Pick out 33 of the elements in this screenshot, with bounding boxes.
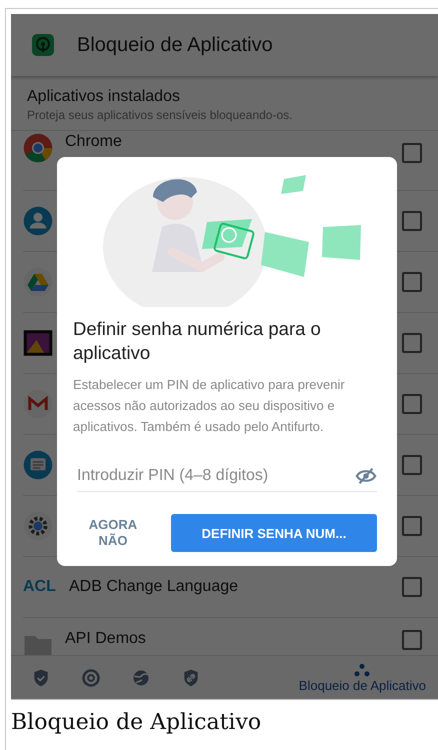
app-name: Chrome (65, 133, 123, 151)
checkbox[interactable] (402, 333, 422, 353)
app-title: Bloqueio de Aplicativo (77, 34, 273, 56)
section-subtitle: Proteja seus aplicativos sensíveis bloqueando-os. (27, 108, 294, 122)
checkbox[interactable] (402, 394, 422, 414)
pin-input-field[interactable]: Introduzir PIN (4–8 dígitos) (77, 465, 377, 492)
checkbox[interactable] (402, 630, 422, 650)
checkbox[interactable] (402, 577, 422, 597)
checkbox[interactable] (402, 455, 422, 475)
app-name: ADB Change Language (69, 578, 240, 596)
nav-tab[interactable]: Bloqueio de Aplicativo (298, 662, 426, 692)
app-logo-icon (31, 33, 55, 57)
chrome-icon (23, 133, 53, 163)
checkbox[interactable] (402, 272, 422, 292)
checkbox[interactable] (402, 211, 422, 231)
not-now-button[interactable]: AGORA NÃO (77, 516, 149, 550)
nav-tab[interactable] (131, 668, 151, 688)
caption: Bloqueio de Aplicativo (11, 709, 262, 735)
target-icon (81, 668, 101, 688)
app-icon-text: ACL (23, 578, 57, 596)
set-pin-button[interactable]: DEFINIR SENHA NUM... (171, 514, 377, 552)
checkbox[interactable] (402, 516, 422, 536)
globe-icon (131, 668, 151, 688)
dialog-title: Definir senha numérica para o aplicativo (73, 317, 322, 366)
section-title: Aplicativos instalados (27, 88, 181, 106)
checkbox[interactable] (402, 143, 422, 163)
app-name: API Demos (65, 630, 147, 648)
dots-icon (352, 662, 372, 678)
message-icon (23, 450, 53, 480)
picture-frame-icon (23, 328, 53, 358)
person-icon (23, 206, 53, 236)
nav-tab[interactable] (81, 668, 101, 688)
dialog-message: Estabelecer um PIN de aplicativo para prevenir acessos não autorizados ao seu dispositivo e aplicativos. Também é usado pelo Antifurto. (73, 376, 346, 436)
